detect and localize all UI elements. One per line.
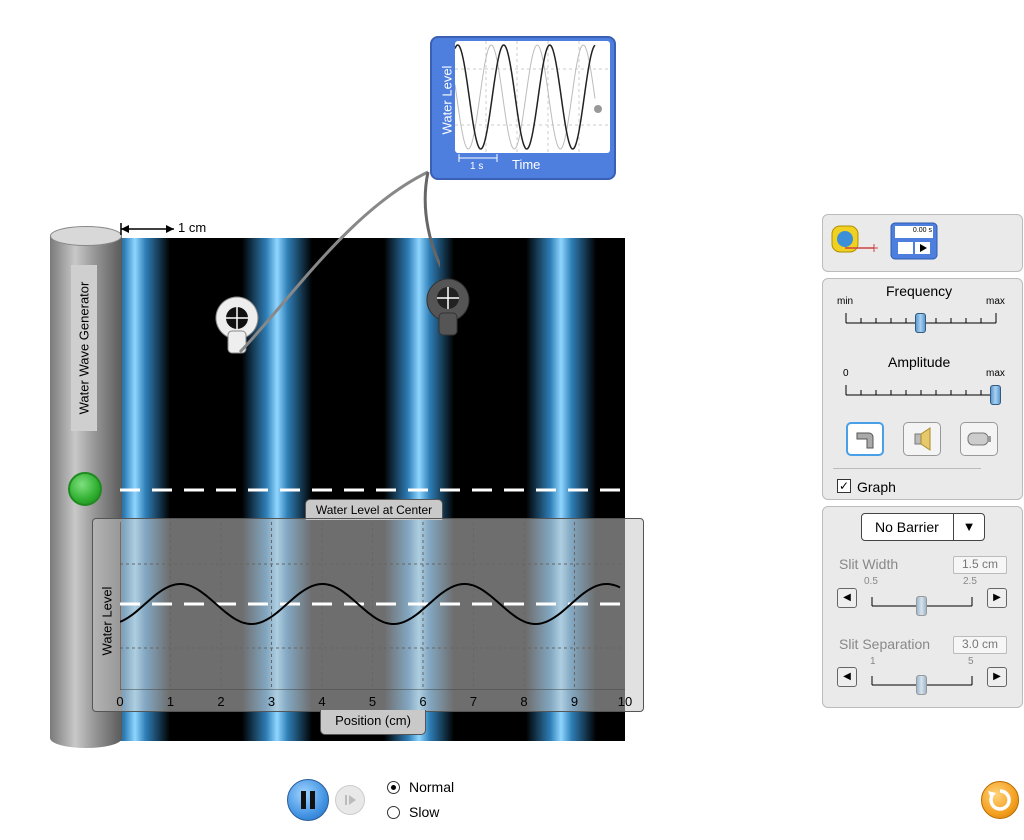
generator-label-text: Water Wave Generator [76,281,92,415]
step-button[interactable] [335,785,365,815]
graph-y-label-text: Water Level [99,586,115,656]
chart-screen [455,41,610,153]
graph-tick-label: 7 [469,694,478,709]
faucet-icon [856,432,874,449]
wave-generator-top [50,226,122,246]
amplitude-slider-track[interactable] [845,382,997,398]
frequency-min-label: min [837,296,854,307]
scale-label: 1 cm [178,220,207,235]
slit-width-min-label: 0.5 [864,576,878,587]
slit-separation-label: Slit Separation [839,636,931,652]
amplitude-slider-thumb[interactable] [990,385,1001,405]
slit-width-slider-thumb[interactable] [916,596,927,616]
faucet-source-button[interactable] [846,422,884,456]
graph-tick-label: 10 [617,694,633,709]
amplitude-max-label: max [986,368,1005,379]
probe-wires [238,170,440,354]
speaker-icon [914,427,931,451]
graph-title-tab[interactable]: Water Level at Center [305,499,443,520]
chart-y-label-text: Water Level [439,65,455,135]
laser-icon [967,432,991,446]
reset-icon [988,789,1011,811]
step-forward-icon [345,795,356,805]
center-line [120,488,625,492]
graph-checkbox[interactable]: ✓ [837,479,851,493]
speed-normal-radio[interactable] [387,781,400,794]
slit-width-decrease-button[interactable]: ◀ [837,588,857,608]
measuring-scale [120,223,174,235]
barrier-select-value: No Barrier [875,519,939,535]
slit-separation-slider-thumb[interactable] [916,675,927,695]
speed-slow-radio[interactable] [387,806,400,819]
generator-label: Water Wave Generator [71,265,97,431]
graph-tick-label: 2 [217,694,225,709]
graph-tick-label: 0 [116,694,124,709]
graph-tick-label: 4 [318,694,326,709]
graph-x-label: Position (cm) [320,710,426,735]
chart-x-label: Time [512,157,541,172]
slit-width-value: 1.5 cm [953,556,1007,574]
amplitude-label: Amplitude [888,354,951,370]
slit-separation-value: 3.0 cm [953,636,1007,654]
slit-width-label: Slit Width [839,556,899,572]
pause-icon [301,791,315,809]
stopwatch-readout: 0.00 s [912,227,932,234]
frequency-slider-thumb[interactable] [915,313,926,333]
generator-button[interactable] [68,472,102,506]
chart-y-label: Water Level [437,60,457,140]
barrier-select[interactable]: No Barrier ▼ [861,513,985,541]
slit-separation-increase-button[interactable]: ▶ [987,667,1007,687]
graph-tick-label: 6 [419,694,427,709]
play-pause-button[interactable] [287,779,329,821]
slit-width-max-label: 2.5 [963,576,977,587]
measuring-tape-icon[interactable] [830,224,878,258]
reset-all-button[interactable] [981,781,1019,819]
chevron-down-icon[interactable]: ▼ [953,514,984,540]
graph-plot [120,522,625,690]
slit-width-increase-button[interactable]: ▶ [987,588,1007,608]
graph-checkbox-label: Graph [857,479,896,495]
chart-scale-label: 1 s [470,161,484,172]
slit-separation-min-label: 1 [870,656,876,667]
graph-tick-label: 9 [570,694,579,709]
graph-tick-label: 3 [267,694,276,709]
speed-slow-label: Slow [409,804,440,820]
speaker-source-button[interactable] [903,422,941,456]
laser-source-button[interactable] [960,422,998,456]
frequency-label: Frequency [886,283,953,299]
amplitude-min-label: 0 [843,368,849,379]
panel-divider [833,468,981,469]
slit-separation-decrease-button[interactable]: ◀ [837,667,857,687]
graph-tick-label: 5 [368,694,377,709]
graph-y-label: Water Level [97,586,117,656]
speed-normal-label: Normal [409,779,455,795]
slit-separation-max-label: 5 [968,656,974,667]
frequency-max-label: max [986,296,1005,307]
graph-tick-label: 8 [520,694,528,709]
graph-tick-label: 1 [166,694,175,709]
